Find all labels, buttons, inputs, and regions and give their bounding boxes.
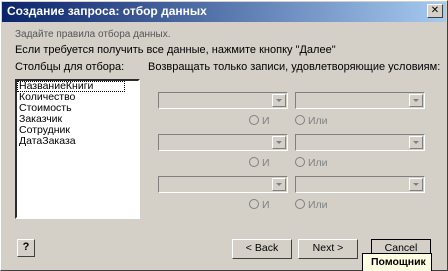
- help-button[interactable]: ?: [17, 239, 35, 257]
- or-radio-2[interactable]: Или: [295, 157, 328, 169]
- or-label: Или: [308, 157, 328, 169]
- chevron-down-icon: [409, 94, 423, 107]
- query-wizard-dialog: Создание запроса: отбор данных ✕ Задайте…: [0, 0, 448, 271]
- radio-icon: [295, 115, 305, 125]
- radio-icon: [249, 115, 259, 125]
- or-radio-3[interactable]: Или: [295, 199, 328, 211]
- conditions-label: Возвращать только записи, удовлетворяющи…: [148, 61, 441, 73]
- value-select-3[interactable]: [295, 176, 425, 193]
- operator-select-1[interactable]: [158, 92, 288, 109]
- chevron-down-icon: [272, 136, 286, 149]
- operator-select-2[interactable]: [158, 134, 288, 151]
- and-radio-1[interactable]: И: [249, 115, 270, 127]
- back-button[interactable]: < Back: [232, 239, 292, 259]
- or-radio-1[interactable]: Или: [295, 115, 328, 127]
- window-title: Создание запроса: отбор данных: [7, 4, 207, 18]
- value-select-1[interactable]: [295, 92, 425, 109]
- radio-icon: [295, 199, 305, 209]
- assistant-button[interactable]: Помощник: [362, 253, 432, 271]
- list-item[interactable]: ДатаЗаказа: [17, 136, 138, 147]
- chevron-down-icon: [272, 94, 286, 107]
- and-label: И: [262, 157, 270, 169]
- or-label: Или: [308, 115, 328, 127]
- or-label: Или: [308, 199, 328, 211]
- intro-hint: Если требуется получить все данные, нажм…: [15, 44, 336, 56]
- intro-text: Задайте правила отбора данных.: [15, 29, 171, 40]
- radio-icon: [249, 157, 259, 167]
- chevron-down-icon: [409, 178, 423, 191]
- operator-select-3[interactable]: [158, 176, 288, 193]
- chevron-down-icon: [409, 136, 423, 149]
- radio-icon: [295, 157, 305, 167]
- columns-label: Столбцы для отбора:: [15, 61, 125, 73]
- help-icon: ?: [22, 241, 30, 253]
- and-radio-2[interactable]: И: [249, 157, 270, 169]
- and-label: И: [262, 115, 270, 127]
- value-select-2[interactable]: [295, 134, 425, 151]
- close-button[interactable]: ✕: [427, 4, 443, 18]
- next-button[interactable]: Next >: [298, 239, 358, 259]
- columns-listbox[interactable]: НазваниеКниги Количество Стоимость Заказ…: [15, 79, 140, 219]
- radio-icon: [249, 199, 259, 209]
- close-icon: ✕: [430, 5, 440, 16]
- chevron-down-icon: [272, 178, 286, 191]
- and-radio-3[interactable]: И: [249, 199, 270, 211]
- and-label: И: [262, 199, 270, 211]
- title-bar[interactable]: Создание запроса: отбор данных ✕: [2, 2, 446, 22]
